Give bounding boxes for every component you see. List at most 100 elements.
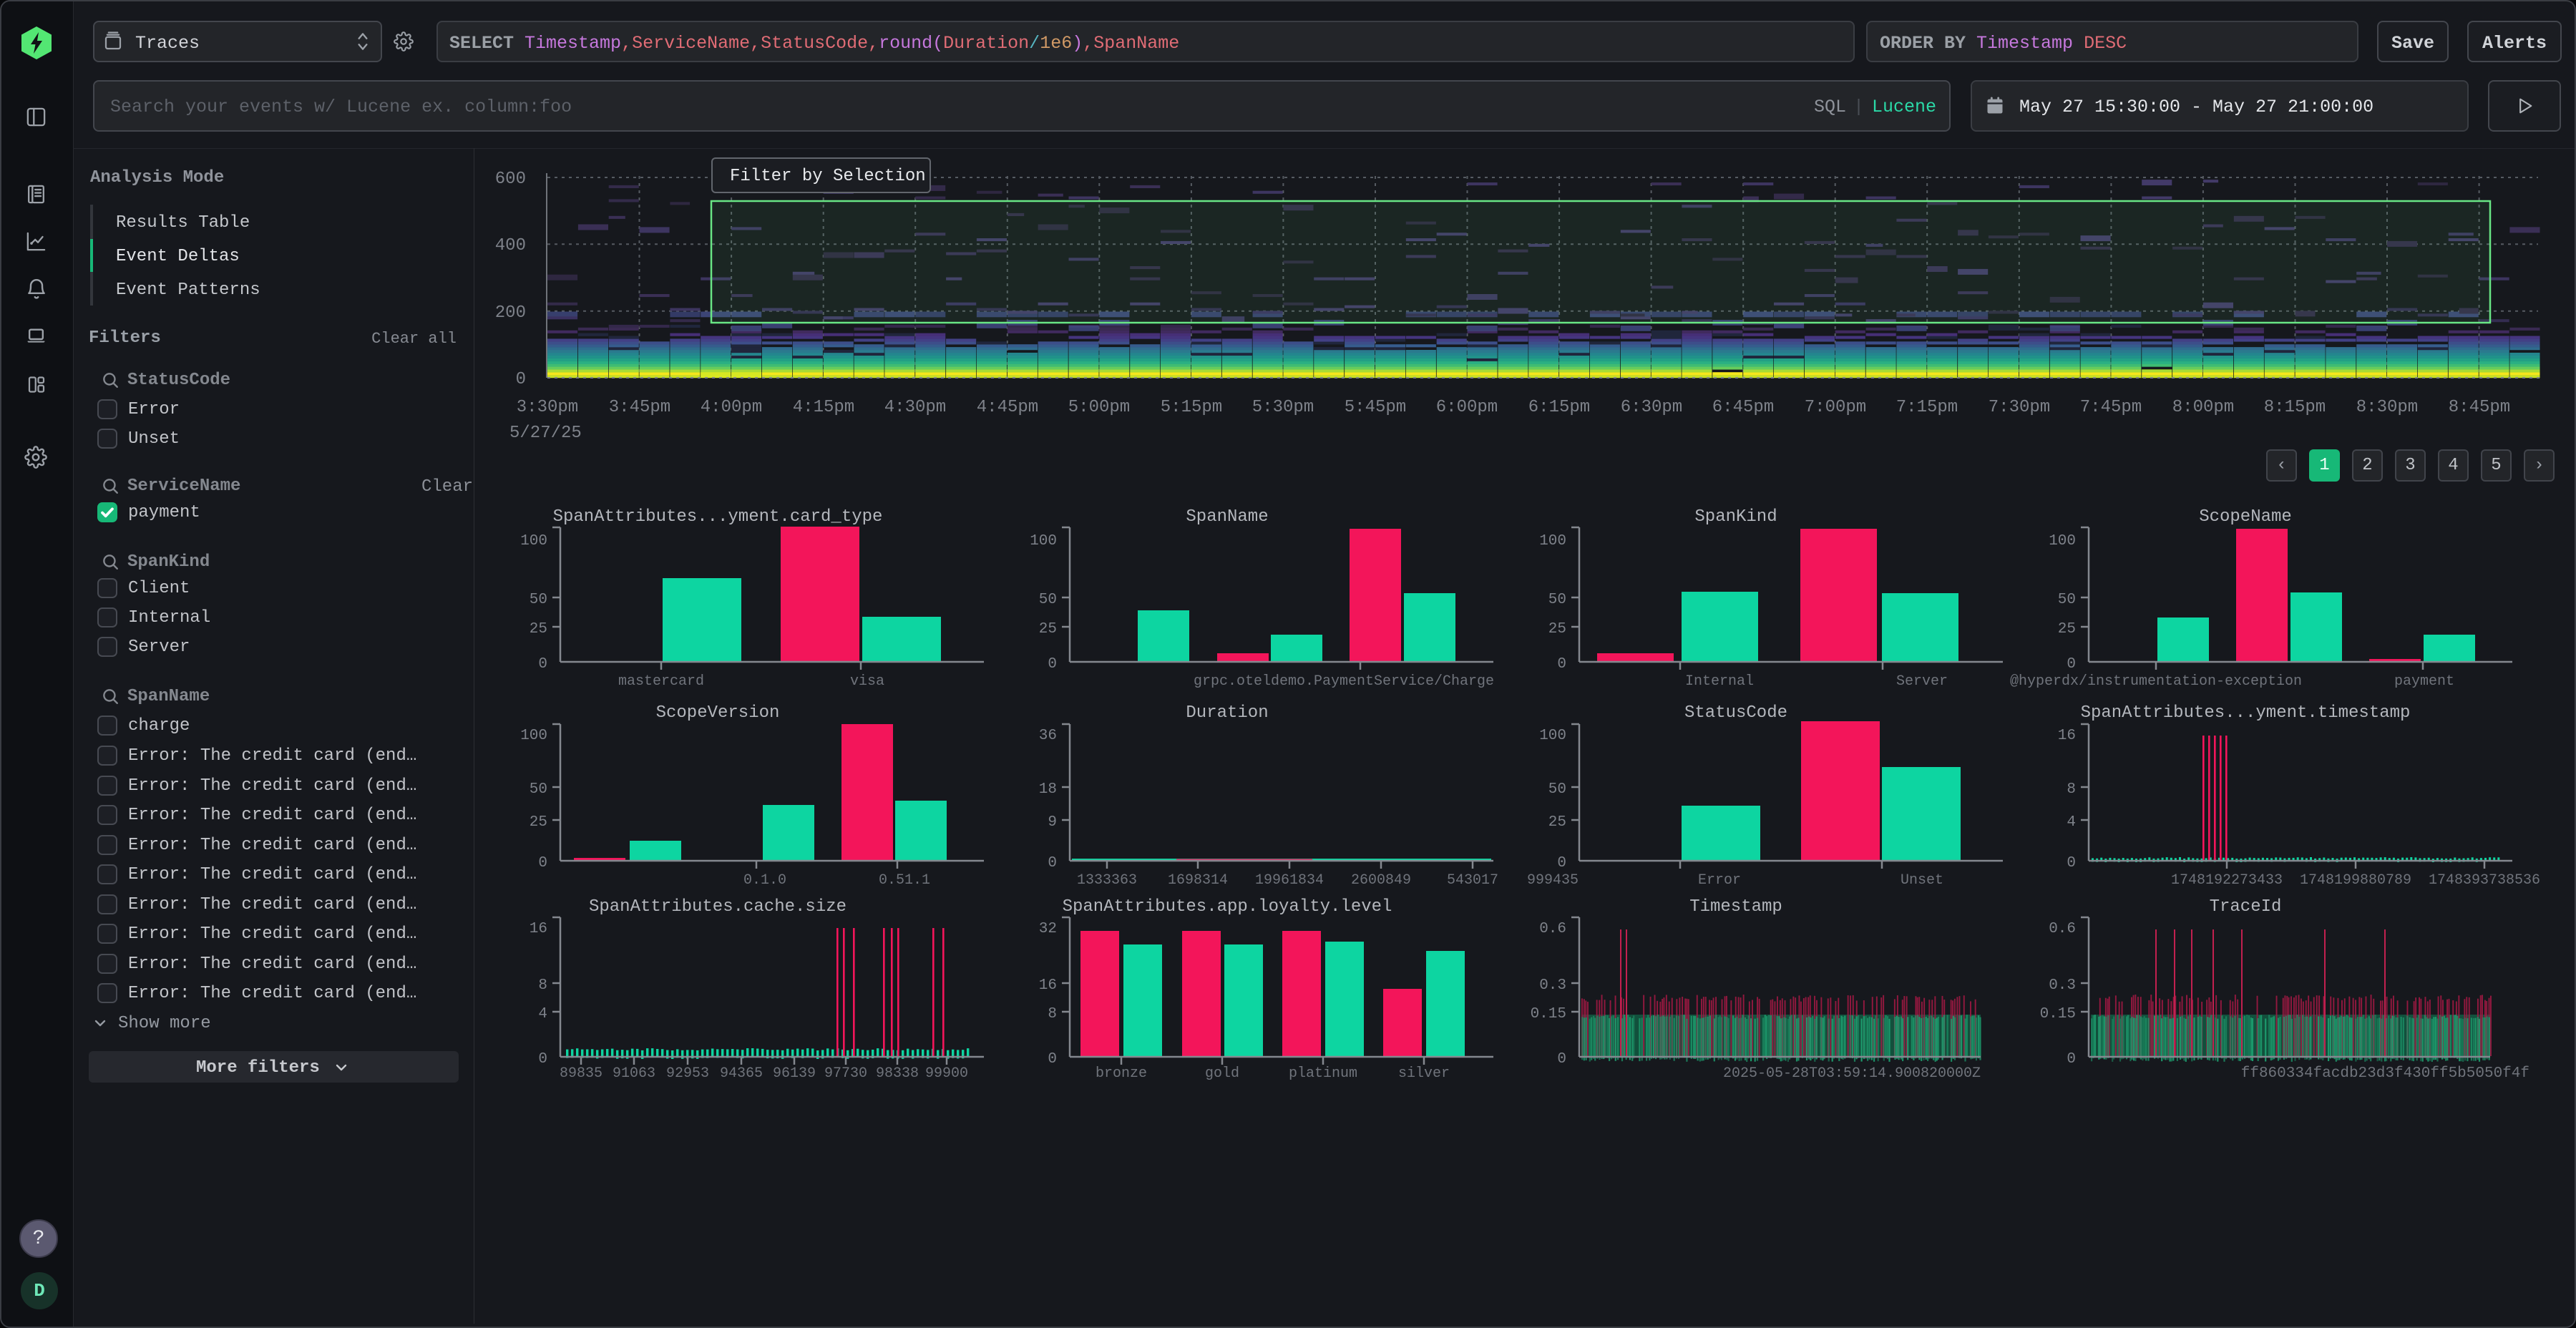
- svg-text:0.3: 0.3: [1539, 977, 1566, 994]
- svg-text:visa: visa: [850, 673, 884, 690]
- svg-text:0: 0: [1557, 656, 1566, 673]
- svg-text:SpanAttributes.cache.size: SpanAttributes.cache.size: [589, 897, 847, 917]
- svg-text:100: 100: [1539, 533, 1566, 550]
- svg-text:25: 25: [1039, 621, 1057, 638]
- svg-text:96139: 96139: [773, 1065, 816, 1082]
- svg-text:StatusCode: StatusCode: [1684, 703, 1787, 723]
- svg-text:50: 50: [1039, 592, 1057, 608]
- svg-text:16: 16: [1039, 977, 1057, 994]
- svg-text:100: 100: [2049, 533, 2076, 550]
- svg-text:4:15pm: 4:15pm: [793, 398, 854, 417]
- svg-text:3:45pm: 3:45pm: [609, 398, 670, 417]
- svg-text:Server: Server: [1896, 673, 1948, 690]
- svg-text:400: 400: [495, 236, 526, 255]
- svg-text:TraceId: TraceId: [2210, 897, 2282, 917]
- svg-text:5:00pm: 5:00pm: [1068, 398, 1130, 417]
- svg-text:50: 50: [530, 781, 547, 798]
- svg-text:16: 16: [530, 921, 547, 937]
- svg-text:91063: 91063: [613, 1065, 655, 1082]
- svg-text:6:45pm: 6:45pm: [1712, 398, 1774, 417]
- svg-text:50: 50: [2058, 592, 2076, 608]
- svg-text:SpanKind: SpanKind: [1694, 507, 1777, 527]
- svg-text:gold: gold: [1205, 1065, 1239, 1082]
- svg-text:50: 50: [530, 592, 547, 608]
- svg-text:0: 0: [1557, 1051, 1566, 1068]
- svg-text:99900: 99900: [925, 1065, 968, 1082]
- svg-text:7:15pm: 7:15pm: [1896, 398, 1958, 417]
- svg-text:8:45pm: 8:45pm: [2449, 398, 2510, 417]
- svg-text:bronze: bronze: [1096, 1065, 1147, 1082]
- svg-text:4:00pm: 4:00pm: [701, 398, 762, 417]
- svg-text:4:30pm: 4:30pm: [884, 398, 946, 417]
- svg-text:Unset: Unset: [1901, 872, 1943, 889]
- svg-text:Error: Error: [1698, 872, 1741, 889]
- svg-text:1748393738536: 1748393738536: [2429, 872, 2540, 889]
- svg-text:97730: 97730: [824, 1065, 867, 1082]
- svg-text:8:30pm: 8:30pm: [2356, 398, 2418, 417]
- svg-text:25: 25: [1548, 621, 1566, 638]
- svg-text:SpanAttributes.app.loyalty.lev: SpanAttributes.app.loyalty.level: [1063, 897, 1392, 917]
- svg-text:0: 0: [1048, 656, 1057, 673]
- svg-text:50: 50: [1548, 592, 1566, 608]
- svg-text:SpanAttributes...yment.timesta: SpanAttributes...yment.timestamp: [2081, 703, 2411, 723]
- svg-text:92953: 92953: [666, 1065, 709, 1082]
- svg-text:0.51.1: 0.51.1: [879, 872, 930, 889]
- svg-text:8: 8: [2067, 781, 2076, 798]
- svg-text:6:15pm: 6:15pm: [1528, 398, 1590, 417]
- svg-text:600: 600: [495, 170, 526, 189]
- svg-text:8:15pm: 8:15pm: [2264, 398, 2326, 417]
- svg-text:4:45pm: 4:45pm: [977, 398, 1038, 417]
- svg-text:ScopeName: ScopeName: [2199, 507, 2292, 527]
- svg-text:0: 0: [1048, 1051, 1057, 1068]
- svg-text:25: 25: [1548, 814, 1566, 831]
- svg-text:payment: payment: [2394, 673, 2454, 690]
- svg-text:6:00pm: 6:00pm: [1436, 398, 1498, 417]
- svg-text:36: 36: [1039, 728, 1057, 744]
- svg-text:0: 0: [516, 370, 526, 389]
- svg-text:50: 50: [1548, 781, 1566, 798]
- svg-text:7:30pm: 7:30pm: [1989, 398, 2050, 417]
- svg-text:0: 0: [538, 855, 547, 872]
- svg-text:100: 100: [1030, 533, 1057, 550]
- svg-text:grpc.oteldemo.PaymentService/C: grpc.oteldemo.PaymentService/Charge: [1194, 673, 1494, 690]
- svg-text:25: 25: [530, 621, 547, 638]
- svg-text:89835: 89835: [560, 1065, 602, 1082]
- svg-text:8: 8: [1048, 1006, 1057, 1022]
- svg-text:8:00pm: 8:00pm: [2172, 398, 2234, 417]
- svg-text:2600849: 2600849: [1351, 872, 1411, 889]
- svg-text:SpanAttributes...yment.card_ty: SpanAttributes...yment.card_type: [553, 507, 883, 527]
- svg-text:19961834: 19961834: [1255, 872, 1324, 889]
- svg-text:7:45pm: 7:45pm: [2080, 398, 2142, 417]
- svg-text:5:15pm: 5:15pm: [1161, 398, 1222, 417]
- svg-text:4: 4: [538, 1006, 547, 1022]
- svg-text:0.6: 0.6: [2049, 921, 2076, 937]
- svg-text:0: 0: [2067, 1051, 2076, 1068]
- svg-text:1698314: 1698314: [1168, 872, 1228, 889]
- svg-text:0: 0: [1048, 855, 1057, 872]
- svg-text:200: 200: [495, 303, 526, 323]
- svg-text:18: 18: [1039, 781, 1057, 798]
- svg-text:0: 0: [2067, 855, 2076, 872]
- svg-text:0.3: 0.3: [2049, 977, 2076, 994]
- svg-text:1748192273433: 1748192273433: [2171, 872, 2283, 889]
- svg-text:0: 0: [1557, 855, 1566, 872]
- svg-text:6:30pm: 6:30pm: [1621, 398, 1682, 417]
- svg-text:0.15: 0.15: [2040, 1006, 2076, 1022]
- svg-text:100: 100: [1539, 728, 1566, 744]
- svg-text:SpanName: SpanName: [1186, 507, 1268, 527]
- svg-text:ff860334facdb23d3f430ff5b5050f: ff860334facdb23d3f430ff5b5050f4f: [2241, 1065, 2529, 1082]
- svg-text:0.1.0: 0.1.0: [743, 872, 786, 889]
- svg-text:0.15: 0.15: [1531, 1006, 1566, 1022]
- svg-text:25: 25: [530, 814, 547, 831]
- svg-text:platinum: platinum: [1289, 1065, 1357, 1082]
- svg-text:ScopeVersion: ScopeVersion: [656, 703, 780, 723]
- svg-text:100: 100: [520, 533, 547, 550]
- svg-text:0.6: 0.6: [1539, 921, 1566, 937]
- svg-text:5:30pm: 5:30pm: [1252, 398, 1314, 417]
- svg-text:Timestamp: Timestamp: [1689, 897, 1782, 917]
- svg-text:Duration: Duration: [1186, 703, 1268, 723]
- svg-text:silver: silver: [1398, 1065, 1450, 1082]
- svg-text:543017: 543017: [1447, 872, 1498, 889]
- svg-text:5:45pm: 5:45pm: [1345, 398, 1406, 417]
- svg-text:98338: 98338: [876, 1065, 919, 1082]
